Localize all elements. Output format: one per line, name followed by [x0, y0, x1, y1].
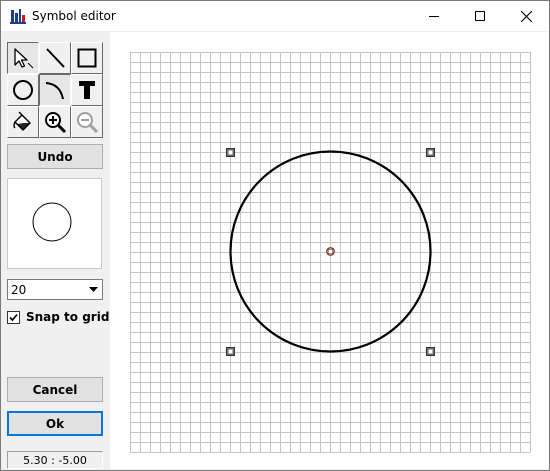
minimize-icon	[429, 16, 439, 17]
snap-to-grid-checkbox[interactable]	[7, 310, 20, 324]
arc-tool-button[interactable]	[39, 74, 71, 106]
rectangle-tool-button[interactable]	[71, 42, 103, 74]
coordinate-readout: 5.30 : -5.00	[7, 451, 103, 469]
chevron-down-icon[interactable]	[85, 280, 102, 299]
minimize-button[interactable]	[411, 1, 457, 31]
snap-to-grid-label: Snap to grid	[26, 310, 110, 324]
maximize-button[interactable]	[457, 1, 503, 31]
select-tool-button[interactable]	[7, 42, 39, 74]
line-tool-button[interactable]	[39, 42, 71, 74]
rectangle-icon	[77, 48, 97, 68]
app-icon	[10, 9, 26, 24]
window-title: Symbol editor	[32, 9, 116, 23]
ok-button[interactable]: Ok	[7, 411, 103, 436]
tool-palette	[7, 42, 103, 138]
maximize-icon	[475, 11, 485, 21]
circle-icon	[13, 80, 33, 100]
drawing-canvas[interactable]	[110, 32, 549, 469]
symbol-editor-window: Symbol editor Undo 20 Snap to grid Cance…	[0, 0, 550, 471]
title-bar[interactable]: Symbol editor	[1, 1, 549, 31]
zoom-out-icon	[77, 112, 99, 134]
fill-tool-button[interactable]	[7, 106, 39, 138]
paint-bucket-icon	[13, 111, 31, 131]
grid-size-value: 20	[11, 283, 27, 297]
checkmark-icon	[9, 313, 18, 321]
arc-icon	[45, 82, 64, 100]
grid-size-select[interactable]: 20	[7, 279, 103, 300]
preview-circle-icon	[32, 202, 72, 242]
zoom-in-icon	[45, 112, 67, 134]
cancel-button[interactable]: Cancel	[7, 377, 103, 402]
line-icon	[46, 48, 65, 68]
arrow-cursor-icon	[14, 48, 34, 69]
text-t-icon	[79, 81, 95, 99]
circle-tool-button[interactable]	[7, 74, 39, 106]
zoom-in-tool-button[interactable]	[39, 106, 71, 138]
canvas-svg[interactable]	[110, 32, 549, 469]
undo-button[interactable]: Undo	[7, 144, 103, 169]
close-button[interactable]	[503, 1, 549, 31]
close-icon	[520, 10, 532, 22]
text-tool-button[interactable]	[71, 74, 103, 106]
symbol-preview	[7, 178, 102, 269]
snap-to-grid-option[interactable]: Snap to grid	[7, 310, 109, 324]
zoom-out-tool-button[interactable]	[71, 106, 103, 138]
